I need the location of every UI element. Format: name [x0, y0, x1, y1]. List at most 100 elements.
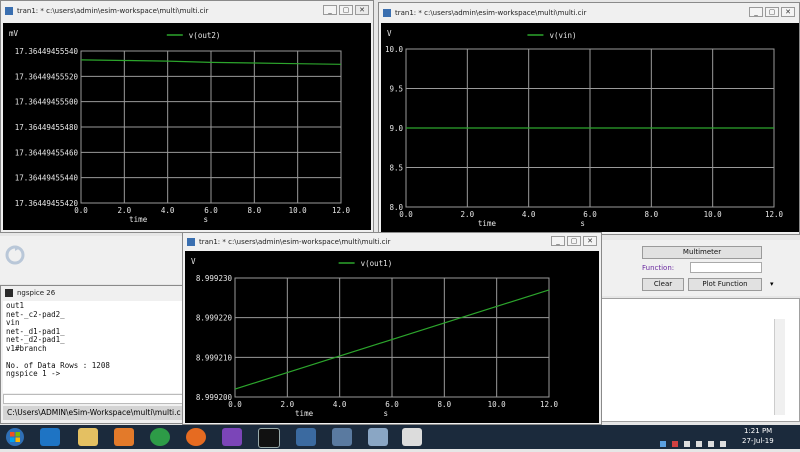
maximize-button[interactable]: ▢: [339, 5, 353, 15]
window-titlebar[interactable]: tran1: * c:\users\admin\esim-workspace\m…: [1, 1, 373, 21]
editor-icon[interactable]: [332, 428, 352, 446]
multimeter-panel: Multimeter Function: Clear Plot Function…: [600, 240, 800, 296]
clock-time[interactable]: 1:21 PM: [744, 427, 772, 435]
ie-icon[interactable]: [40, 428, 60, 446]
prompt-line[interactable]: ngspice 1 ->: [6, 369, 180, 379]
close-button[interactable]: ✕: [781, 7, 795, 17]
start-button[interactable]: [4, 427, 26, 447]
chrome-icon[interactable]: [150, 428, 170, 446]
x-tick-label: 8.0: [248, 206, 262, 215]
ngspice-input[interactable]: [3, 394, 183, 404]
vs-icon[interactable]: [222, 428, 242, 446]
y-tick-label: 8.999230: [196, 274, 233, 283]
plot-window-out1[interactable]: tran1: * c:\users\admin\esim-workspace\m…: [182, 232, 602, 425]
x-axis-unit: s: [580, 219, 585, 228]
y-tick-label: 8.999220: [196, 314, 233, 323]
x-tick-label: 2.0: [118, 206, 132, 215]
y-tick-label: 17.36449455440: [15, 174, 79, 183]
x-tick-label: 6.0: [385, 400, 399, 409]
plot-window-out2[interactable]: tran1: * c:\users\admin\esim-workspace\m…: [0, 0, 374, 233]
log-scrollbar[interactable]: [774, 319, 785, 415]
output-line: net-_c2-pad2_: [6, 309, 65, 319]
clear-button[interactable]: Clear: [642, 278, 684, 291]
paint-icon[interactable]: [368, 428, 388, 446]
plot-window-vin[interactable]: tran1: * c:\users\admin\esim-workspace\m…: [378, 2, 800, 235]
maximize-button[interactable]: ▢: [765, 7, 779, 17]
window-title: tran1: * c:\users\admin\esim-workspace\m…: [395, 9, 587, 17]
legend-label: v(vin): [549, 31, 576, 40]
output-line: v1#branch: [6, 343, 47, 353]
folder-icon[interactable]: [78, 428, 98, 446]
x-axis-label: time: [129, 215, 148, 224]
chart-out1: 0.0 2.0 4.0 6.0 8.0 10.0 12.08.9992308.9992208…: [191, 257, 559, 418]
close-button[interactable]: ✕: [355, 5, 369, 15]
taskbar: 1:21 PM 27-Jul-19: [0, 425, 800, 449]
plot-area[interactable]: 0.0 2.0 4.0 6.0 8.0 10.0 12.0 8.999230 8.999220 8…: [185, 251, 599, 423]
window-title: tran1: * c:\users\admin\esim-workspace\m…: [199, 238, 391, 246]
app-icon: [5, 7, 13, 15]
x-tick-label: 12.0: [540, 400, 559, 409]
y-tick-label: 8.999210: [196, 353, 233, 362]
app-icon: [187, 238, 195, 246]
x-tick-label: 4.0: [333, 400, 347, 409]
firefox-icon[interactable]: [186, 428, 206, 446]
function-label: Function:: [642, 264, 675, 272]
x-tick-label: 8.0: [645, 210, 659, 219]
close-button[interactable]: ✕: [583, 236, 597, 246]
y-axis-label: V: [191, 257, 196, 266]
tray-icons[interactable]: [660, 433, 730, 447]
minimize-button[interactable]: _: [749, 7, 763, 17]
y-tick-label: 8.5: [389, 164, 403, 173]
y-axis-label: mV: [9, 29, 19, 38]
y-tick-label: 8.999200: [196, 393, 233, 402]
ngspice-title: ngspice 26: [17, 289, 56, 297]
app-icon[interactable]: [402, 428, 422, 446]
x-axis-label: time: [478, 219, 497, 228]
y-tick-label: 17.36449455520: [15, 72, 79, 81]
function-input[interactable]: [690, 262, 762, 273]
esim-toolbar-panel: [0, 236, 182, 284]
clock-date[interactable]: 27-Jul-19: [742, 437, 774, 445]
x-tick-label: 10.0: [488, 400, 507, 409]
plot-area[interactable]: 0.0 2.0 4.0 6.0 8.0 10.0 12.0 17.36449455540 17.…: [3, 23, 371, 230]
window-titlebar[interactable]: tran1: * c:\users\admin\esim-workspace\m…: [379, 3, 799, 23]
app-icon: [383, 9, 391, 17]
minimize-button[interactable]: _: [551, 236, 565, 246]
ngspice-output: out1 net-_c2-pad2_ vin net-_d1-pad1_ net…: [3, 301, 183, 393]
plot-function-button[interactable]: Plot Function: [688, 278, 762, 291]
y-tick-label: 9.0: [389, 124, 403, 133]
y-tick-label: 17.36449455420: [15, 199, 79, 208]
log-panel: [600, 298, 800, 422]
x-tick-label: 4.0: [161, 206, 175, 215]
x-tick-label: 4.0: [522, 210, 536, 219]
x-axis-unit: s: [383, 409, 388, 418]
terminal-icon[interactable]: [258, 428, 280, 448]
refresh-icon[interactable]: [4, 244, 26, 266]
x-tick-label: 2.0: [281, 400, 295, 409]
ngspice-window[interactable]: ngspice 26 out1 net-_c2-pad2_ vin net-_d…: [0, 285, 186, 424]
chart-out2: 0.0 2.0 4.0 6.0 8.0 10.0 12.017.3644945554017.…: [9, 29, 351, 224]
y-tick-label: 8.0: [389, 203, 403, 212]
multimeter-button[interactable]: Multimeter: [642, 246, 762, 259]
x-tick-label: 8.0: [438, 400, 452, 409]
x-tick-label: 10.0: [704, 210, 723, 219]
y-tick-label: 17.36449455540: [15, 47, 79, 56]
media-player-icon[interactable]: [114, 428, 134, 446]
y-tick-label: 10.0: [385, 45, 404, 54]
y-axis-label: V: [387, 29, 392, 38]
window-titlebar[interactable]: tran1: * c:\users\admin\esim-workspace\m…: [183, 233, 601, 251]
y-tick-label: 17.36449455480: [15, 123, 79, 132]
plot-area[interactable]: 0.0 2.0 4.0 6.0 8.0 10.0 12.0 10.0 9.5 9.0 8.5 8.0 t…: [381, 23, 799, 232]
chart-vin: 0.0 2.0 4.0 6.0 8.0 10.0 12.010.09.59.08.58.0t…: [385, 29, 784, 228]
x-tick-label: 6.0: [204, 206, 218, 215]
y-tick-label: 17.36449455500: [15, 98, 79, 107]
minimize-button[interactable]: _: [323, 5, 337, 15]
maximize-button[interactable]: ▢: [567, 236, 581, 246]
window-title: tran1: * c:\users\admin\esim-workspace\m…: [17, 7, 209, 15]
x-tick-label: 10.0: [289, 206, 308, 215]
ngspice-titlebar[interactable]: ngspice 26: [1, 286, 185, 300]
path-status: C:\Users\ADMIN\eSim-Workspace\multi\mult…: [3, 406, 183, 420]
python-icon[interactable]: [296, 428, 316, 446]
scroll-down-arrow[interactable]: ▾: [770, 280, 778, 288]
legend-label: v(out2): [189, 31, 221, 40]
